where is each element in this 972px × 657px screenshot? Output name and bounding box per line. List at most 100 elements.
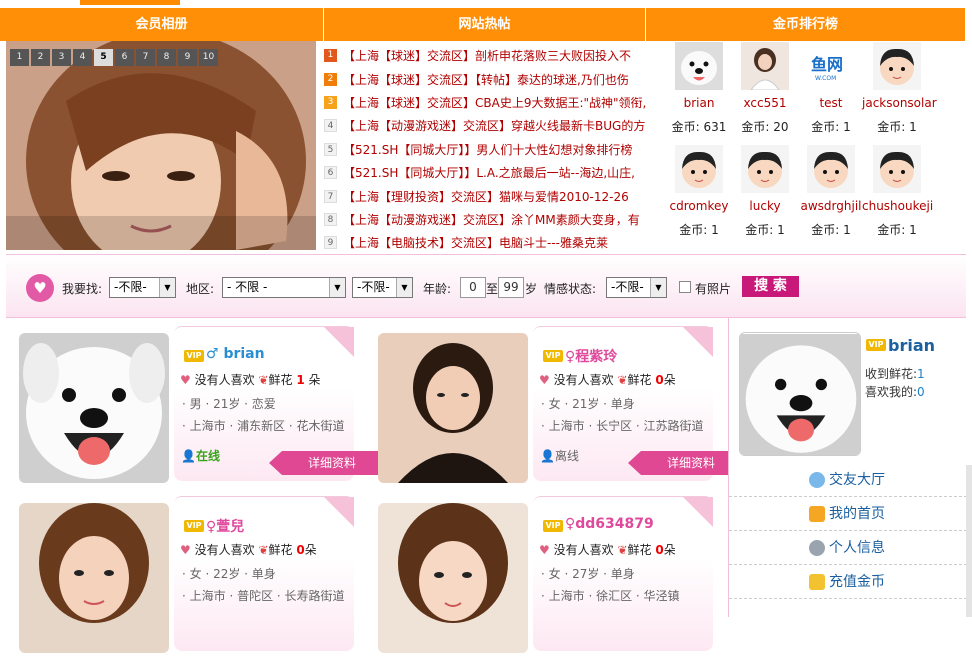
age-from-input[interactable]: 0 [460, 277, 486, 298]
emotion-select[interactable]: -不限- ▼ [606, 277, 667, 298]
rank-gold: 金币: 1 [862, 221, 932, 238]
age-to-input[interactable]: 99 [498, 277, 524, 298]
album-page[interactable]: 8 [157, 49, 176, 66]
age-to-label: 至 [486, 282, 499, 296]
area-province-select[interactable]: - 不限 - ▼ [222, 277, 346, 298]
album-page[interactable]: 7 [136, 49, 155, 66]
rank-user[interactable]: brian 金币: 631 [664, 42, 734, 135]
member-name[interactable]: ♀程紫玲 [565, 346, 617, 366]
album-page[interactable]: 3 [52, 49, 71, 66]
member-likes: ♥ 没有人喜欢 ❦鲜花 0朵 [539, 541, 676, 558]
album-page[interactable]: 2 [31, 49, 50, 66]
search-button[interactable]: 搜 索 [742, 276, 799, 297]
member-photo[interactable] [19, 503, 169, 653]
post-title[interactable]: 【上海【动漫游戏迷】交流区】涂丫MM素颜大变身，有 [343, 211, 640, 228]
gold-label: 金币: [877, 223, 906, 237]
album-photo[interactable] [6, 41, 316, 250]
profile-avatar[interactable] [739, 332, 861, 456]
post-title[interactable]: 【上海【动漫游戏迷】交流区】穿越火线最新卡BUG的方 [343, 117, 645, 134]
rank-username[interactable]: brian [664, 96, 734, 110]
member-name[interactable]: ♂ brian [206, 346, 265, 362]
female-icon: ♀ [565, 516, 576, 532]
flowers-count: 0 [296, 543, 305, 557]
rank-username[interactable]: xcc551 [730, 96, 800, 110]
post-title[interactable]: 【521.SH【同城大厅】】男人们十大性幻想对象排行榜 [343, 141, 632, 158]
scrollbar[interactable] [966, 465, 972, 617]
album-page[interactable]: 1 [10, 49, 29, 66]
rank-user[interactable]: chushoukeji 金币: 1 [862, 145, 933, 238]
member-photo[interactable] [19, 333, 169, 483]
post-item[interactable]: 5 【521.SH【同城大厅】】男人们十大性幻想对象排行榜 [324, 138, 646, 161]
member-name[interactable]: ♀萱兒 [206, 516, 244, 536]
member-photo[interactable] [378, 333, 528, 483]
menu-friends-hall[interactable]: 交友大厅 [729, 463, 967, 497]
post-item[interactable]: 1 【上海【球迷】交流区】剖析申花落败三大败因投入不 [324, 44, 646, 67]
cartoon-avatar[interactable] [873, 42, 921, 90]
rose-icon: ❦ [258, 373, 269, 387]
post-item[interactable]: 6 【521.SH【同城大厅】】L.A.之旅最后一站--海边,山庄, [324, 161, 646, 184]
menu-personal-info[interactable]: 个人信息 [729, 531, 967, 565]
menu-recharge-gold[interactable]: 充值金币 [729, 565, 967, 599]
cartoon-avatar[interactable] [675, 145, 723, 193]
fish-logo-avatar[interactable]: 鱼网W.COM [807, 42, 855, 90]
post-title[interactable]: 【上海【理财投资】交流区】猫咪与爱情2010-12-26 [343, 188, 629, 205]
vip-badge-icon: VIP [543, 350, 563, 362]
album-page[interactable]: 9 [178, 49, 197, 66]
gold-value: 1 [777, 223, 785, 237]
profile-name[interactable]: brian [888, 336, 935, 355]
post-item[interactable]: 8 【上海【动漫游戏迷】交流区】涂丫MM素颜大变身，有 [324, 208, 646, 231]
received-flowers-count[interactable]: 1 [917, 367, 925, 381]
post-item[interactable]: 7 【上海【理财投资】交流区】猫咪与爱情2010-12-26 [324, 184, 646, 207]
gold-value: 1 [843, 223, 851, 237]
rank-user[interactable]: jacksonsolar 金币: 1 [862, 42, 937, 135]
rank-username[interactable]: test [796, 96, 866, 110]
post-item[interactable]: 9 【上海【电脑技术】交流区】电脑斗士---雅桑克莱 [324, 231, 646, 254]
member-likes: ♥ 没有人喜欢 ❦鲜花 0朵 [180, 541, 317, 558]
post-item[interactable]: 2 【上海【球迷】交流区】【转帖】泰达的球迷,乃们也伤 [324, 67, 646, 90]
post-item[interactable]: 4 【上海【动漫游戏迷】交流区】穿越火线最新卡BUG的方 [324, 114, 646, 137]
rank-gold: 金币: 1 [796, 221, 866, 238]
post-title[interactable]: 【上海【球迷】交流区】CBA史上9大数据王:"战神"领衔, [343, 94, 646, 111]
rank-username[interactable]: jacksonsolar [862, 96, 937, 110]
hot-posts-list: 1 【上海【球迷】交流区】剖析申花落败三大败因投入不 2 【上海【球迷】交流区】【转… [324, 44, 646, 255]
rank-user[interactable]: lucky 金币: 1 [730, 145, 800, 238]
rank-username[interactable]: awsdrghjil [796, 199, 866, 213]
member-photo[interactable] [378, 503, 528, 653]
cartoon-avatar[interactable] [807, 145, 855, 193]
rank-user[interactable]: awsdrghjil 金币: 1 [796, 145, 866, 238]
gold-value: 1 [909, 120, 917, 134]
post-title[interactable]: 【上海【球迷】交流区】剖析申花落败三大败因投入不 [343, 47, 631, 64]
likes-text: 没有人喜欢 [553, 543, 614, 557]
cartoon-avatar[interactable] [873, 145, 921, 193]
menu-my-home[interactable]: 我的首页 [729, 497, 967, 531]
cartoon-avatar[interactable] [741, 145, 789, 193]
detail-button[interactable]: 详细资料 [628, 451, 741, 475]
gold-label: 金币: [877, 120, 906, 134]
post-title[interactable]: 【上海【电脑技术】交流区】电脑斗士---雅桑克莱 [343, 234, 608, 251]
girl-avatar[interactable] [741, 42, 789, 90]
find-select[interactable]: -不限- ▼ [109, 277, 176, 298]
area-district-select[interactable]: -不限- ▼ [352, 277, 413, 298]
has-photo-checkbox[interactable] [679, 281, 691, 293]
emotion-value: -不限- [611, 280, 644, 294]
rank-username[interactable]: lucky [730, 199, 800, 213]
rank-user[interactable]: xcc551 金币: 20 [730, 42, 800, 135]
liked-me-count[interactable]: 0 [917, 385, 925, 399]
album-page[interactable]: 4 [73, 49, 92, 66]
post-title[interactable]: 【521.SH【同城大厅】】L.A.之旅最后一站--海边,山庄, [343, 164, 635, 181]
album-page-current[interactable]: 5 [94, 49, 113, 66]
album-page[interactable]: 10 [199, 49, 218, 66]
rank-username[interactable]: cdromkey [664, 199, 734, 213]
member-name[interactable]: ♀dd634879 [565, 516, 654, 532]
find-select-value: -不限- [114, 280, 147, 294]
flowers-label: 鲜花 [268, 543, 293, 557]
rank-username[interactable]: chushoukeji [862, 199, 933, 213]
dog-avatar[interactable] [675, 42, 723, 90]
rank-user[interactable]: cdromkey 金币: 1 [664, 145, 734, 238]
rank-user[interactable]: 鱼网 W.COM test 金币: 1 [796, 42, 866, 135]
post-item[interactable]: 3 【上海【球迷】交流区】CBA史上9大数据王:"战神"领衔, [324, 91, 646, 114]
album-page[interactable]: 6 [115, 49, 134, 66]
post-title[interactable]: 【上海【球迷】交流区】【转帖】泰达的球迷,乃们也伤 [343, 71, 629, 88]
member-info: · 男 · 21岁 · 恋爱 [182, 397, 276, 411]
likes-text: 没有人喜欢 [194, 543, 255, 557]
